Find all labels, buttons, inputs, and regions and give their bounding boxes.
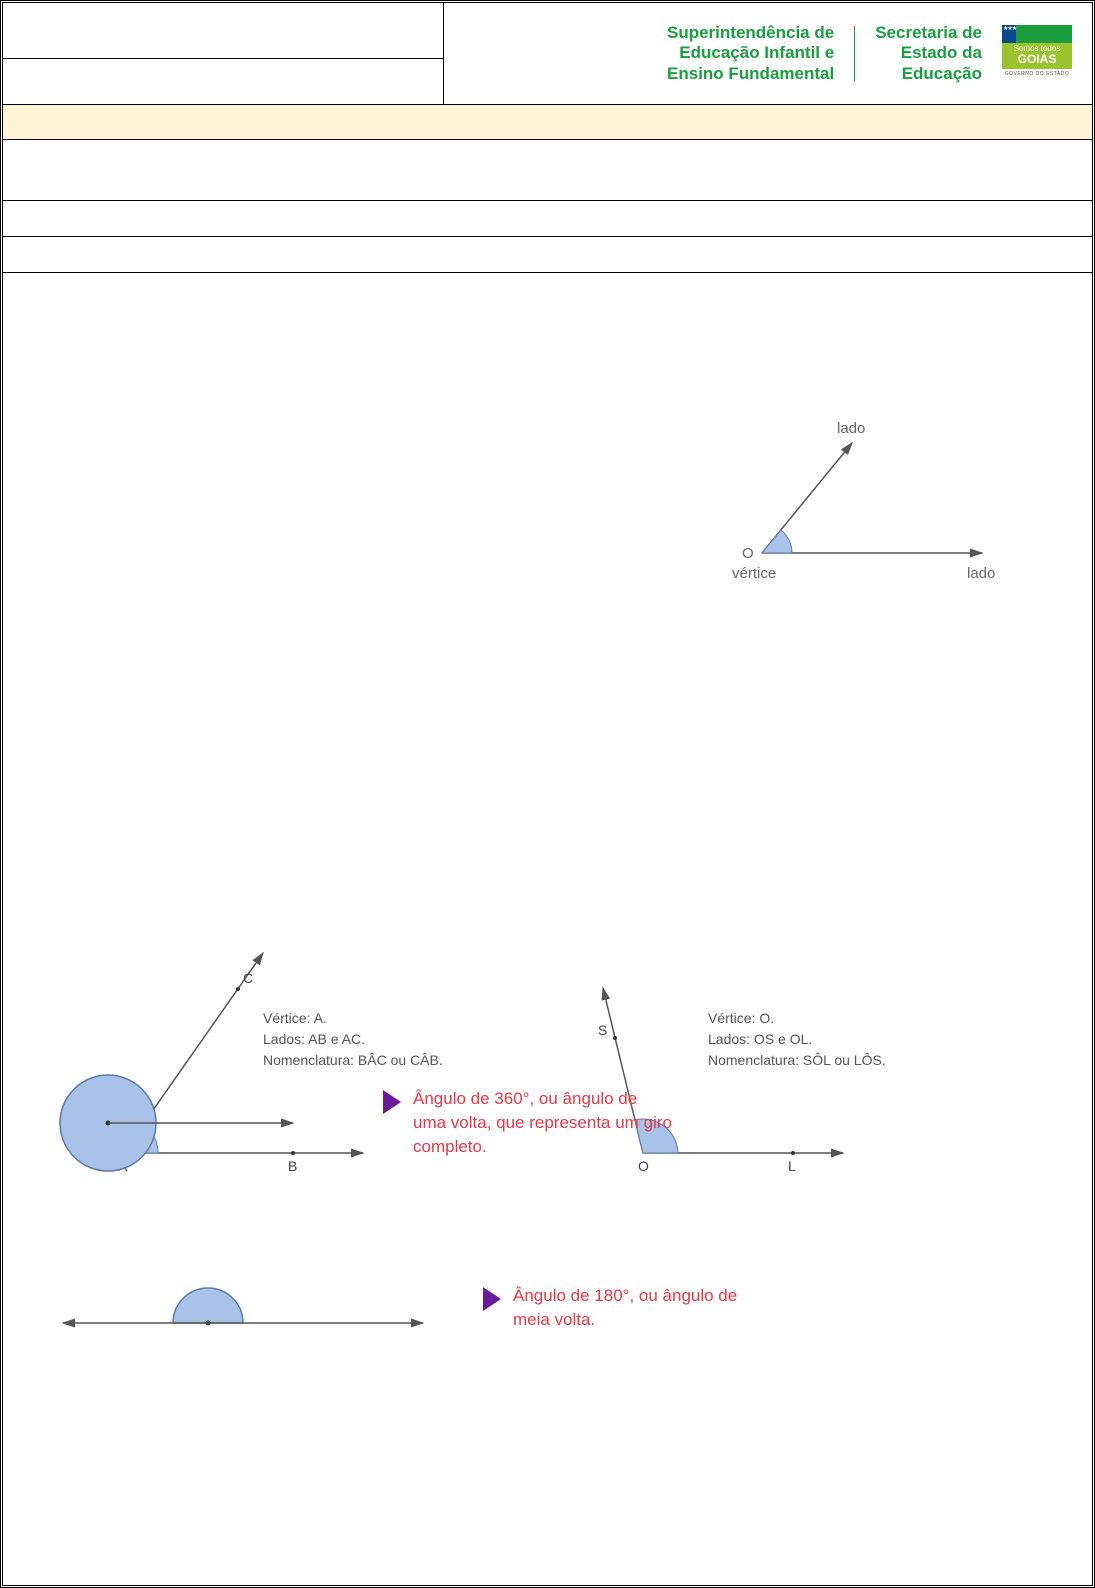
ex-o-line2: Lados: OS e OL. xyxy=(708,1031,812,1047)
logo1-line2: Educação Infantil e xyxy=(679,43,834,62)
ex-o-line3: Nomenclatura: SÔL ou LÔS. xyxy=(708,1052,886,1068)
caption-360-row: Ângulo de 360°, ou ângulo de uma volta, … xyxy=(383,1087,673,1158)
logo-divider xyxy=(854,26,855,81)
label-lado-top: lado xyxy=(837,420,865,437)
goias-logo: Somos todos GOIÁS GOVERNO DO ESTADO xyxy=(1002,25,1072,83)
logo2-line3: Educação xyxy=(902,64,982,83)
example-sol-text: Vértice: O. Lados: OS e OL. Nomenclatura… xyxy=(708,1008,886,1071)
content: lado lado O vértice xyxy=(3,273,1092,313)
caption-180-row: Ângulo de 180°, ou ângulo de meia volta. xyxy=(483,1284,753,1332)
label-vertice: vértice xyxy=(732,565,776,582)
header-right: Superintendência de Educação Infantil e … xyxy=(444,3,1092,104)
caption-180: Ângulo de 180°, ou ângulo de meia volta. xyxy=(513,1284,753,1332)
header: Superintendência de Educação Infantil e … xyxy=(3,3,1092,105)
angle-360-svg xyxy=(53,1068,303,1178)
header-left-cell-bottom xyxy=(3,59,443,104)
header-left-cell-top xyxy=(3,3,443,59)
angle-180-svg xyxy=(53,1263,433,1353)
goias-sub-text: GOVERNO DO ESTADO xyxy=(1002,71,1072,77)
logo-superintendencia: Superintendência de Educação Infantil e … xyxy=(667,23,834,84)
triangle-bullet-icon xyxy=(383,1090,401,1114)
row-blank-3 xyxy=(3,237,1092,273)
label-s: S xyxy=(598,1022,607,1038)
goias-band: Somos todos GOIÁS xyxy=(1002,43,1072,69)
triangle-bullet-icon xyxy=(483,1287,501,1311)
angle-360-row: Ângulo de 360°, ou ângulo de uma volta, … xyxy=(53,1068,953,1178)
row-blank-1 xyxy=(3,140,1092,201)
ex-a-line2: Lados: AB e AC. xyxy=(263,1031,365,1047)
example-abc-text: Vértice: A. Lados: AB e AC. Nomenclatura… xyxy=(263,1008,443,1071)
header-left xyxy=(3,3,444,104)
row-blank-2 xyxy=(3,201,1092,237)
goias-flag-icon xyxy=(1002,25,1072,43)
label-lado-right: lado xyxy=(967,565,995,582)
ex-o-line1: Vértice: O. xyxy=(708,1010,774,1026)
label-c: C xyxy=(243,970,253,986)
caption-360: Ângulo de 360°, ou ângulo de uma volta, … xyxy=(413,1087,673,1158)
logo-secretaria: Secretaria de Estado da Educação xyxy=(875,23,982,84)
logo1-line3: Ensino Fundamental xyxy=(667,64,834,83)
goias-main-text: GOIÁS xyxy=(1018,52,1057,66)
angle-180-row: Ângulo de 180°, ou ângulo de meia volta. xyxy=(53,1263,953,1353)
logo1-line1: Superintendência de xyxy=(667,23,834,42)
row-highlight xyxy=(3,105,1092,140)
page: Superintendência de Educação Infantil e … xyxy=(0,0,1095,1588)
angle-svg: lado lado O vértice xyxy=(722,403,1002,603)
label-o: O xyxy=(742,545,754,562)
ex-a-line1: Vértice: A. xyxy=(263,1010,327,1026)
ex-a-line3: Nomenclatura: BÂC ou CÂB. xyxy=(263,1052,443,1068)
angle-definition-figure: lado lado O vértice xyxy=(722,403,1002,603)
logo2-line2: Estado da xyxy=(901,43,982,62)
logo2-line1: Secretaria de xyxy=(875,23,982,42)
